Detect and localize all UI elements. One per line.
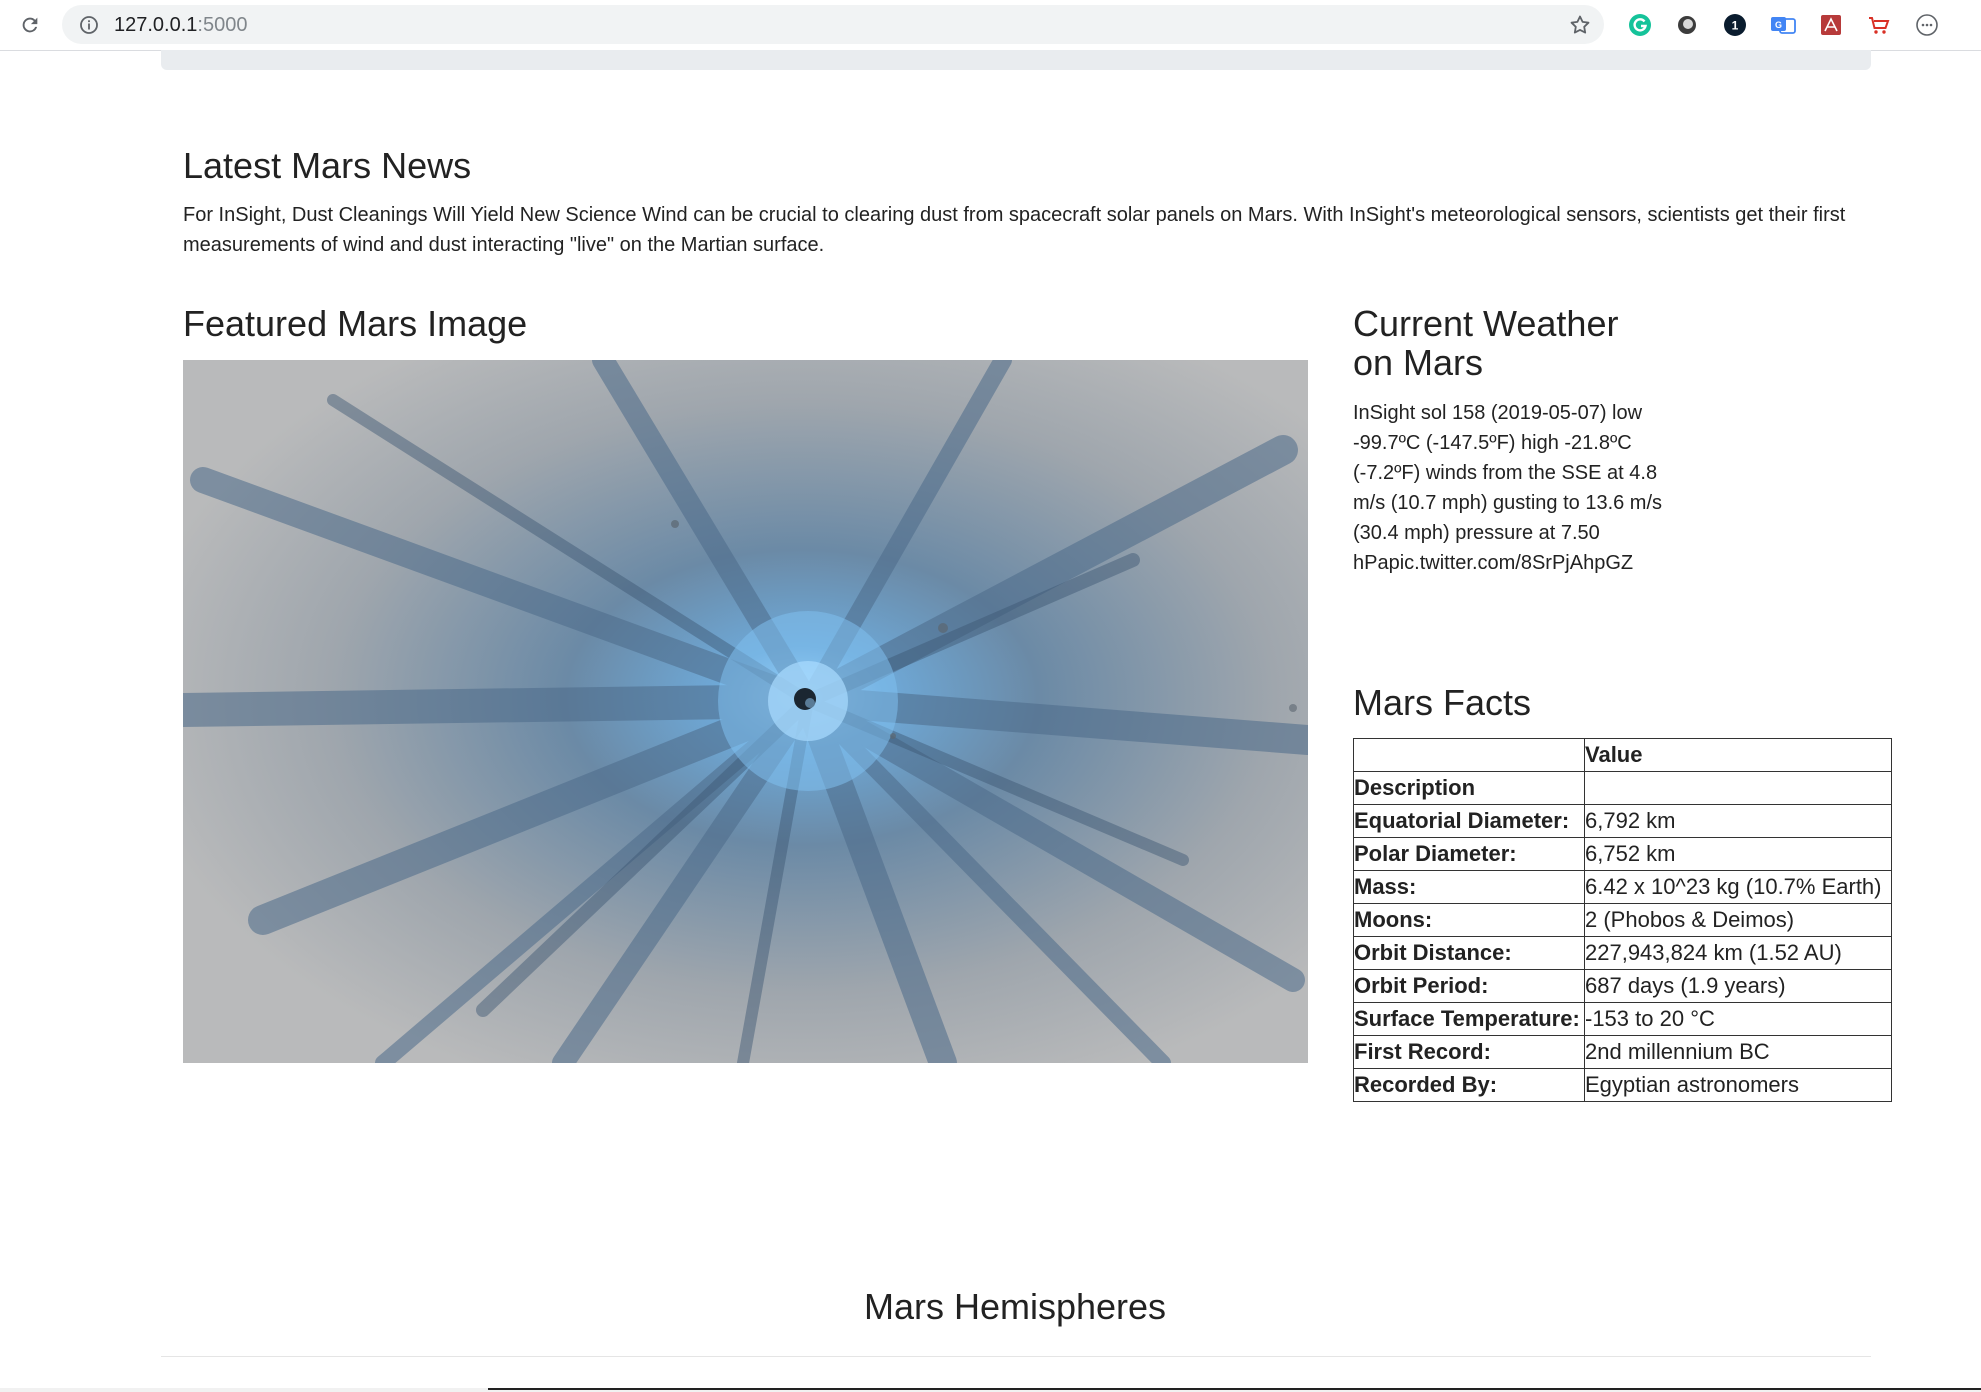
fact-label: Surface Temperature: — [1353, 1002, 1585, 1036]
circle-extension-icon[interactable] — [1674, 12, 1700, 38]
translate-icon[interactable]: G — [1770, 12, 1796, 38]
facts-header-blank — [1353, 738, 1585, 772]
weather-heading: Current Weather on Mars — [1353, 303, 1619, 383]
fact-value: 6.42 x 10^23 kg (10.7% Earth) — [1584, 870, 1892, 904]
table-row: Orbit Distance: 227,943,824 km (1.52 AU) — [1353, 936, 1892, 970]
fact-label: Recorded By: — [1353, 1068, 1585, 1102]
facts-header-description: Description — [1353, 771, 1585, 805]
weather-tweet: InSight sol 158 (2019-05-07) low -99.7ºC… — [1353, 402, 1663, 574]
table-row: First Record: 2nd millennium BC — [1353, 1035, 1892, 1069]
cart-icon[interactable] — [1866, 12, 1892, 38]
bottom-scroll-edge — [0, 1388, 1981, 1392]
info-icon[interactable] — [79, 15, 99, 35]
url-host: 127.0.0.1 — [114, 14, 198, 36]
fact-value: Egyptian astronomers — [1584, 1068, 1892, 1102]
fact-value: 6,752 km — [1584, 837, 1892, 871]
facts-header-blank-2 — [1584, 771, 1892, 805]
onepassword-icon[interactable]: 1 — [1722, 12, 1748, 38]
fact-value: 227,943,824 km (1.52 AU) — [1584, 936, 1892, 970]
grammarly-icon[interactable] — [1627, 12, 1653, 38]
table-row: Recorded By: Egyptian astronomers — [1353, 1068, 1892, 1102]
table-row: Surface Temperature: -153 to 20 °C — [1353, 1002, 1892, 1036]
url-port: :5000 — [197, 14, 248, 36]
fact-value: 2nd millennium BC — [1584, 1035, 1892, 1069]
divider — [161, 1356, 1871, 1357]
facts-header-row-2: Description — [1353, 771, 1892, 805]
facts-header-value: Value — [1584, 738, 1892, 772]
browser-toolbar: 127.0.0.1:5000 1 G — [0, 0, 1981, 51]
more-icon[interactable] — [1914, 12, 1940, 38]
fact-label: Orbit Period: — [1353, 969, 1585, 1003]
mars-facts-table: Value Description Equatorial Diameter: 6,… — [1353, 738, 1892, 1102]
table-row: Polar Diameter: 6,752 km — [1353, 837, 1892, 871]
fact-label: Equatorial Diameter: — [1353, 804, 1585, 838]
featured-image-heading: Featured Mars Image — [183, 303, 528, 344]
table-row: Moons: 2 (Phobos & Deimos) — [1353, 903, 1892, 937]
news-paragraph: For InSight, Dust Cleanings Will Yield N… — [183, 204, 1846, 256]
fact-label: First Record: — [1353, 1035, 1585, 1069]
hemispheres-heading: Mars Hemispheres — [863, 1286, 1167, 1327]
fact-value: 687 days (1.9 years) — [1584, 969, 1892, 1003]
svg-text:1: 1 — [1732, 19, 1739, 33]
reload-icon[interactable] — [16, 11, 44, 39]
table-row: Equatorial Diameter: 6,792 km — [1353, 804, 1892, 838]
svg-text:G: G — [1775, 20, 1782, 30]
facts-body: Equatorial Diameter: 6,792 km Polar Diamet… — [1353, 804, 1892, 1102]
address-bar[interactable]: 127.0.0.1:5000 — [62, 5, 1604, 44]
fact-label: Polar Diameter: — [1353, 837, 1585, 871]
url-text[interactable]: 127.0.0.1:5000 — [114, 15, 247, 35]
table-row: Orbit Period: 687 days (1.9 years) — [1353, 969, 1892, 1003]
bookmark-star-icon[interactable] — [1568, 13, 1592, 37]
fact-label: Moons: — [1353, 903, 1585, 937]
fact-label: Orbit Distance: — [1353, 936, 1585, 970]
fact-value: 6,792 km — [1584, 804, 1892, 838]
fact-label: Mass: — [1353, 870, 1585, 904]
featured-mars-image[interactable] — [183, 360, 1308, 1063]
fact-value: 2 (Phobos & Deimos) — [1584, 903, 1892, 937]
facts-header-row: Value — [1353, 738, 1892, 772]
jumbotron-edge — [161, 50, 1871, 70]
table-row: Mass: 6.42 x 10^23 kg (10.7% Earth) — [1353, 870, 1892, 904]
pdf-icon[interactable] — [1818, 12, 1844, 38]
fact-value: -153 to 20 °C — [1584, 1002, 1892, 1036]
facts-heading: Mars Facts — [1353, 682, 1532, 723]
news-heading: Latest Mars News — [183, 145, 472, 186]
